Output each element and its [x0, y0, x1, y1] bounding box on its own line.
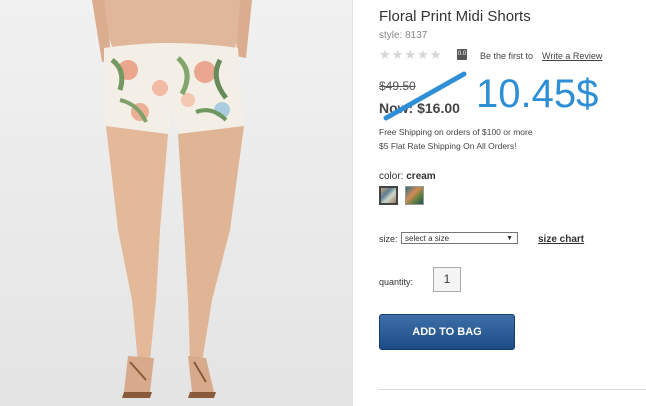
size-label: size:: [379, 234, 398, 244]
star-icon: ★: [416, 47, 429, 62]
price-strike-annotation: [383, 71, 467, 121]
size-select[interactable]: select a size ▼: [401, 232, 518, 244]
product-style-number: style: 8137: [379, 30, 428, 41]
color-swatch-cream[interactable]: [379, 186, 398, 205]
quantity-input[interactable]: 1: [433, 267, 461, 292]
color-label-text: color:: [379, 171, 404, 182]
write-review-link[interactable]: Write a Review: [542, 51, 602, 61]
star-icon: ★: [391, 47, 404, 62]
rating-badge: 0.0: [457, 49, 467, 60]
star-icon: ★: [379, 47, 391, 62]
shipping-text-1: Free Shipping on orders of $100 or more: [379, 127, 533, 137]
add-to-bag-button[interactable]: ADD TO BAG: [379, 314, 515, 350]
star-icon: ★: [404, 47, 416, 62]
star-icon: ★: [429, 47, 442, 62]
rating-stars: ★ ★ ★ ★ ★: [379, 48, 441, 62]
size-select-value: select a size: [405, 234, 450, 243]
size-chart-link[interactable]: size chart: [538, 234, 584, 245]
review-prompt: Be the first to: [480, 51, 534, 61]
product-title: Floral Print Midi Shorts: [379, 8, 531, 25]
color-swatch-alt[interactable]: [405, 186, 424, 205]
shipping-text-2: $5 Flat Rate Shipping On All Orders!: [379, 141, 517, 151]
color-value: cream: [406, 171, 436, 182]
chevron-down-icon: ▼: [506, 235, 513, 242]
quantity-label: quantity:: [379, 277, 414, 287]
product-photo: [0, 0, 352, 406]
horizontal-divider: [379, 389, 646, 390]
annotated-new-price: 10.45$: [476, 72, 599, 116]
color-label: color: cream: [379, 171, 436, 182]
vertical-divider: [352, 0, 353, 406]
product-photo-illustration: [92, 0, 252, 398]
